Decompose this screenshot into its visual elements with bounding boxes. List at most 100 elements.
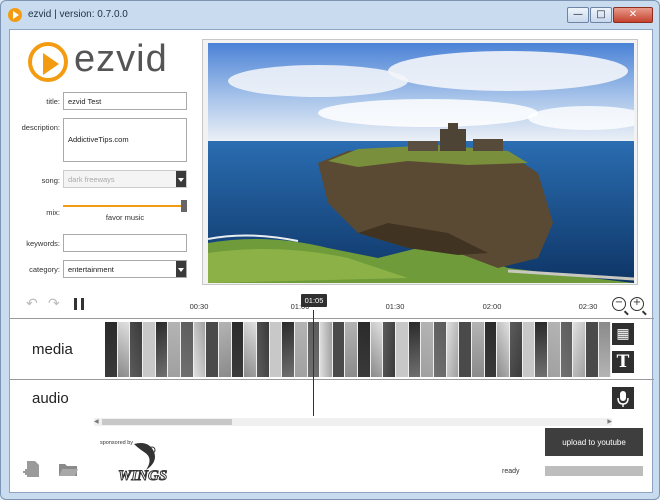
ezvid-logo: ezvid [28, 38, 178, 88]
media-frame-thumbnail [180, 322, 194, 377]
media-frame-thumbnail [117, 322, 131, 377]
pause-icon[interactable] [74, 298, 84, 310]
text-icon[interactable]: T [612, 351, 634, 373]
media-frame-thumbnail [256, 322, 270, 377]
window-controls: — □ ✕ [567, 7, 653, 23]
media-frame-thumbnail [396, 322, 409, 377]
preview-image [208, 43, 634, 283]
media-frame-thumbnail [168, 322, 181, 377]
window-title: ezvid | version: 0.7.0.0 [28, 9, 128, 20]
media-frame-thumbnail [547, 322, 561, 377]
keywords-input[interactable] [63, 234, 187, 252]
open-folder-icon[interactable] [58, 460, 78, 478]
media-frame-thumbnail [218, 322, 232, 377]
category-label: category: [29, 265, 60, 274]
timeline-scrollbar[interactable]: ◀ ▶ [94, 418, 612, 426]
description-label: description: [21, 123, 60, 132]
media-frame-thumbnail [345, 322, 359, 377]
title-bar: ezvid | version: 0.7.0.0 — □ ✕ [1, 1, 659, 31]
play-logo-icon [28, 42, 68, 82]
media-frame-thumbnail [535, 322, 548, 377]
minimize-button[interactable]: — [567, 7, 589, 23]
media-frame-thumbnail [105, 322, 118, 377]
media-clip-strip[interactable] [105, 322, 612, 377]
mix-caption: favor music [105, 213, 145, 222]
status-text: ready [502, 468, 520, 475]
zoom-out-icon[interactable]: − [612, 297, 626, 311]
film-icon[interactable]: ▦ [612, 323, 634, 345]
tick-label: 02:30 [578, 302, 598, 311]
media-frame-thumbnail [193, 322, 207, 377]
mix-slider-track[interactable] [63, 205, 183, 207]
category-value: entertainment [68, 265, 114, 274]
media-frame-thumbnail [510, 322, 523, 377]
media-frame-thumbnail [383, 322, 397, 377]
media-frame-thumbnail [206, 322, 219, 377]
media-frame-thumbnail [472, 322, 485, 377]
media-frame-thumbnail [282, 322, 295, 377]
tracks-area: media ▦ T audio [10, 318, 654, 418]
scrollbar-thumb[interactable] [102, 419, 232, 425]
title-input[interactable]: ezvid Test [63, 92, 187, 110]
audio-track-label: audio [32, 390, 69, 407]
maximize-button[interactable]: □ [590, 7, 612, 23]
time-ruler[interactable]: 00:30 01:00 01:30 02:00 02:30 [104, 292, 610, 318]
video-preview-frame [202, 39, 638, 285]
keywords-label: keywords: [26, 239, 60, 248]
media-frame-thumbnail [459, 322, 473, 377]
song-value: dark freeways [68, 175, 115, 184]
scroll-right-icon[interactable]: ▶ [607, 418, 612, 425]
playhead-line[interactable] [313, 310, 314, 416]
wings-sponsor-logo: WINGS [118, 443, 168, 484]
title-label: title: [46, 97, 60, 106]
media-frame-thumbnail [585, 322, 599, 377]
media-frame-thumbnail [408, 322, 422, 377]
playhead-time[interactable]: 01:05 [301, 294, 327, 307]
mix-slider-thumb[interactable] [181, 200, 187, 212]
add-file-icon[interactable] [22, 460, 42, 478]
tick-label: 01:30 [385, 302, 405, 311]
undo-icon[interactable]: ↶ [26, 296, 38, 312]
media-frame-thumbnail [598, 322, 612, 377]
track-divider [10, 379, 654, 380]
close-button[interactable]: ✕ [613, 7, 653, 23]
media-frame-thumbnail [434, 322, 447, 377]
media-frame-thumbnail [497, 322, 510, 377]
media-frame-thumbnail [269, 322, 283, 377]
song-select[interactable]: dark freeways [63, 170, 187, 188]
media-frame-thumbnail [155, 322, 169, 377]
video-preview[interactable] [208, 43, 634, 283]
category-select[interactable]: entertainment [63, 260, 187, 278]
zoom-in-icon[interactable]: + [630, 297, 644, 311]
chevron-down-icon [176, 261, 186, 277]
timeline-controls: ↶ ↷ 00:30 01:00 01:30 02:00 02:30 01:05 … [10, 292, 654, 318]
media-frame-thumbnail [560, 322, 574, 377]
media-frame-thumbnail [231, 322, 245, 377]
media-frame-thumbnail [484, 322, 498, 377]
media-frame-thumbnail [421, 322, 435, 377]
tick-label: 00:30 [189, 302, 209, 311]
redo-icon[interactable]: ↷ [48, 296, 60, 312]
mix-label: mix: [46, 208, 60, 217]
media-frame-thumbnail [244, 322, 257, 377]
song-label: song: [41, 176, 60, 185]
description-input[interactable]: AddictiveTips.com [63, 118, 187, 162]
media-track-label: media [32, 341, 73, 358]
media-frame-thumbnail [573, 322, 586, 377]
media-frame-thumbnail [522, 322, 536, 377]
microphone-icon[interactable] [612, 387, 634, 409]
upload-to-youtube-button[interactable]: upload to youtube [545, 428, 643, 456]
svg-text:WINGS: WINGS [118, 468, 167, 484]
media-frame-thumbnail [320, 322, 333, 377]
media-frame-thumbnail [370, 322, 384, 377]
media-frame-thumbnail [142, 322, 156, 377]
main-panel: ezvid title: ezvid Test description: Add… [9, 29, 654, 493]
scroll-left-icon[interactable]: ◀ [94, 418, 99, 425]
media-frame-thumbnail [358, 322, 371, 377]
media-frame-thumbnail [130, 322, 143, 377]
tick-label: 02:00 [482, 302, 502, 311]
media-frame-thumbnail [332, 322, 346, 377]
media-frame-thumbnail [446, 322, 460, 377]
media-frame-thumbnail [294, 322, 308, 377]
logo-text: ezvid [74, 38, 168, 80]
